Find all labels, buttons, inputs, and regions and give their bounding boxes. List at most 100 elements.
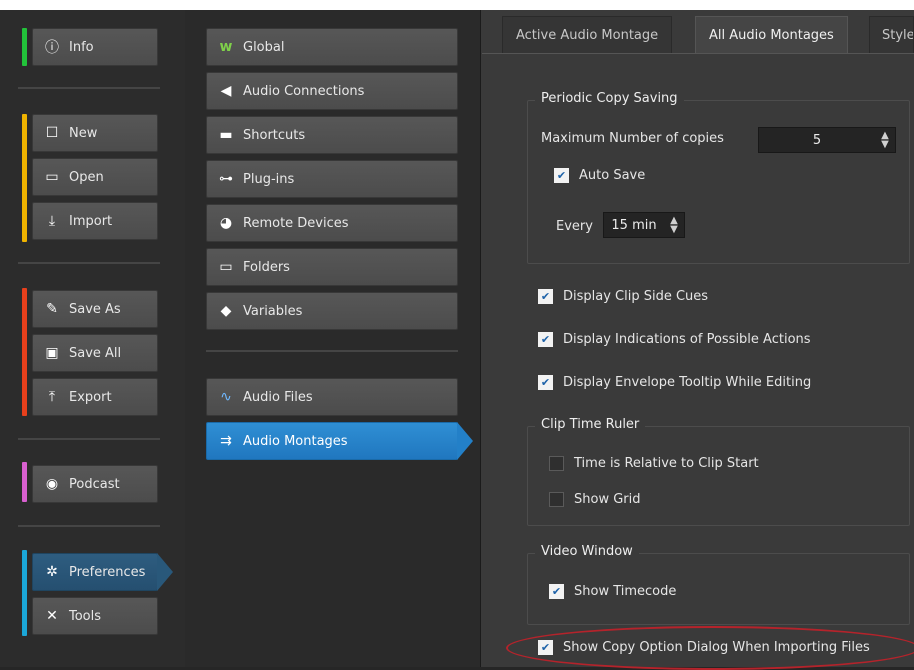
every-spinbox[interactable]: 15 min ▲ ▼ [603, 212, 685, 238]
divider [18, 87, 160, 89]
clip-side-cues-row[interactable]: ✔ Display Clip Side Cues [538, 289, 708, 304]
tag-icon: ◆ [220, 303, 232, 319]
periodic-copy-saving-title: Periodic Copy Saving [535, 91, 684, 106]
category-audio-connections[interactable]: ◀ Audio Connections [206, 72, 458, 110]
relative-time-label: Time is Relative to Clip Start [574, 456, 759, 471]
preferences-button[interactable]: ✲ Preferences [32, 553, 173, 591]
tab-baseline [482, 53, 914, 54]
auto-save-checkbox-row[interactable]: ✔ Auto Save [554, 168, 645, 183]
import-label: Import [69, 213, 113, 229]
spin-arrows-icon[interactable]: ▲ ▼ [875, 131, 895, 150]
new-label: New [69, 125, 98, 141]
save-all-label: Save All [69, 345, 122, 361]
max-copies-value: 5 [812, 132, 822, 148]
category-folders[interactable]: ▭ Folders [206, 248, 458, 286]
video-window-title: Video Window [535, 544, 639, 559]
top-edge [0, 0, 914, 10]
category-plugins-label: Plug-ins [243, 171, 295, 187]
category-plugins[interactable]: ⊶ Plug-ins [206, 160, 458, 198]
podcast-accent [22, 462, 27, 502]
clip-time-ruler-title: Clip Time Ruler [535, 417, 646, 432]
category-global[interactable]: w Global [206, 28, 458, 66]
relative-time-checkbox[interactable] [549, 456, 564, 471]
highlight-annotation [506, 626, 914, 670]
open-label: Open [69, 169, 104, 185]
possible-actions-label: Display Indications of Possible Actions [563, 332, 811, 347]
save-all-icon: ▣ [45, 345, 59, 361]
podcast-button[interactable]: ◉ Podcast [32, 465, 158, 503]
possible-actions-checkbox[interactable]: ✔ [538, 332, 553, 347]
tools-button[interactable]: ✕ Tools [32, 597, 158, 635]
tab-style-label: Style [882, 28, 914, 43]
divider [18, 525, 160, 527]
waveform-icon: ∿ [220, 389, 232, 405]
max-copies-spinbox[interactable]: 5 ▲ ▼ [758, 127, 896, 153]
import-button[interactable]: ⤓ Import [32, 202, 158, 240]
divider [18, 438, 160, 440]
category-audio-connections-label: Audio Connections [243, 83, 365, 99]
auto-save-checkbox[interactable]: ✔ [554, 168, 569, 183]
export-icon: ⤒ [48, 389, 56, 405]
save-as-icon: ✎ [46, 301, 58, 317]
tab-style[interactable]: Style [869, 16, 914, 54]
new-document-icon: ☐ [45, 125, 59, 141]
divider [206, 350, 458, 352]
tools-icon: ✕ [46, 608, 58, 624]
category-shortcuts[interactable]: ▬ Shortcuts [206, 116, 458, 154]
folder-icon: ▭ [219, 259, 233, 275]
podcast-label: Podcast [69, 476, 120, 492]
open-button[interactable]: ▭ Open [32, 158, 158, 196]
category-variables[interactable]: ◆ Variables [206, 292, 458, 330]
selection-arrow [157, 553, 173, 591]
category-variables-label: Variables [243, 303, 303, 319]
envelope-tooltip-row[interactable]: ✔ Display Envelope Tooltip While Editing [538, 375, 811, 390]
prefs-accent [22, 550, 27, 636]
selection-arrow [457, 422, 473, 460]
show-timecode-label: Show Timecode [574, 584, 677, 599]
category-global-label: Global [243, 39, 285, 55]
tab-all-label: All Audio Montages [709, 28, 834, 43]
export-label: Export [69, 389, 112, 405]
montage-icon: ⇉ [220, 433, 232, 449]
show-grid-checkbox[interactable] [549, 492, 564, 507]
relative-time-row[interactable]: Time is Relative to Clip Start [549, 456, 759, 471]
file-accent [22, 114, 27, 242]
info-button[interactable]: ⓘ Info [32, 28, 158, 66]
plugin-icon: ⊶ [219, 171, 233, 187]
show-grid-row[interactable]: Show Grid [549, 492, 641, 507]
folder-open-icon: ▭ [45, 169, 59, 185]
category-remote-devices-label: Remote Devices [243, 215, 349, 231]
category-shortcuts-label: Shortcuts [243, 127, 306, 143]
category-audio-montages-label: Audio Montages [243, 433, 348, 449]
gear-icon: ✲ [46, 564, 58, 580]
envelope-tooltip-label: Display Envelope Tooltip While Editing [563, 375, 812, 390]
clip-time-ruler-group [527, 426, 910, 526]
every-value: 15 min [611, 217, 657, 233]
wavelab-icon: w [219, 39, 233, 55]
category-remote-devices[interactable]: ◕ Remote Devices [206, 204, 458, 242]
every-label: Every [556, 219, 593, 234]
envelope-tooltip-checkbox[interactable]: ✔ [538, 375, 553, 390]
info-accent [22, 28, 27, 66]
remote-device-icon: ◕ [219, 215, 233, 231]
save-as-button[interactable]: ✎ Save As [32, 290, 158, 328]
clip-side-cues-checkbox[interactable]: ✔ [538, 289, 553, 304]
save-all-button[interactable]: ▣ Save All [32, 334, 158, 372]
tab-active-audio-montage[interactable]: Active Audio Montage [502, 16, 673, 54]
possible-actions-row[interactable]: ✔ Display Indications of Possible Action… [538, 332, 811, 347]
tab-all-audio-montages[interactable]: All Audio Montages [695, 16, 848, 54]
keyboard-icon: ▬ [219, 127, 233, 143]
show-timecode-checkbox[interactable]: ✔ [549, 584, 564, 599]
category-folders-label: Folders [243, 259, 290, 275]
podcast-icon: ◉ [45, 476, 59, 492]
clip-side-cues-label: Display Clip Side Cues [563, 289, 709, 304]
category-audio-files-label: Audio Files [243, 389, 313, 405]
new-button[interactable]: ☐ New [32, 114, 158, 152]
category-audio-montages[interactable]: ⇉ Audio Montages [206, 422, 473, 460]
export-button[interactable]: ⤒ Export [32, 378, 158, 416]
import-icon: ⤓ [48, 213, 56, 229]
max-copies-label: Maximum Number of copies [541, 131, 724, 146]
show-timecode-row[interactable]: ✔ Show Timecode [549, 584, 676, 599]
category-audio-files[interactable]: ∿ Audio Files [206, 378, 458, 416]
spin-arrows-icon[interactable]: ▲ ▼ [664, 216, 684, 235]
